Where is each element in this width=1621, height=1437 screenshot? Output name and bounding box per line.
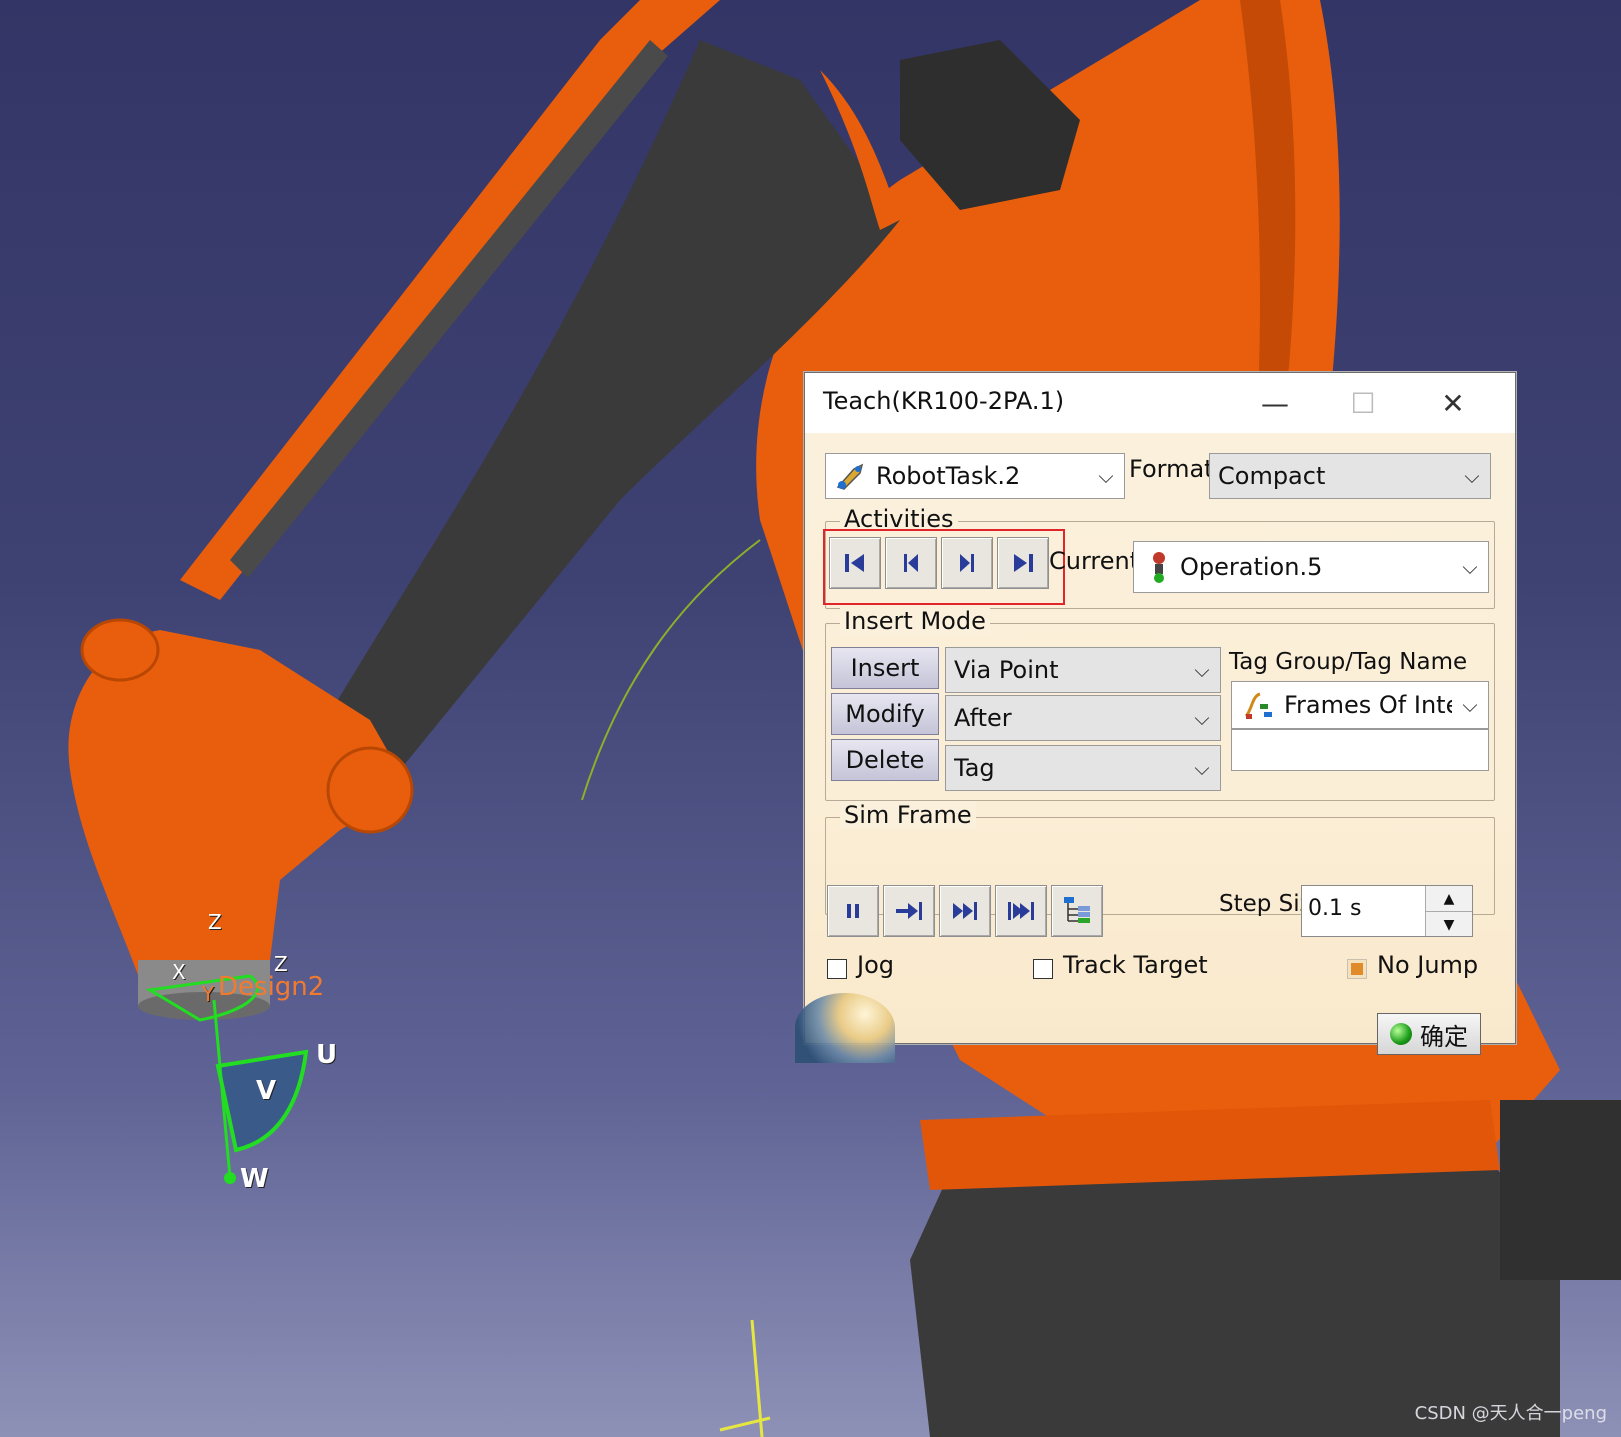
format-select[interactable]: Compact ⌵ [1209,453,1491,499]
track-target-checkbox[interactable] [1033,959,1053,979]
tag-group-value: Frames Of Inte [1284,691,1452,719]
ok-orb-icon [1390,1023,1412,1045]
trajectory-curve [581,539,761,801]
point-type-select[interactable]: Via Point ⌵ [945,647,1221,693]
sim-tree-button[interactable] [1051,885,1103,937]
task-select-value: RobotTask.2 [876,462,1021,490]
label-x: X [172,960,186,984]
no-jump-label: No Jump [1377,951,1479,979]
point-type-value: Via Point [954,656,1059,684]
task-select[interactable]: RobotTask.2 ⌵ [825,453,1125,499]
dialog-titlebar[interactable]: Teach(KR100-2PA.1) — ☐ ✕ [805,373,1515,433]
close-button[interactable]: ✕ [1413,373,1493,433]
jog-checkbox[interactable] [827,959,847,979]
fast-forward-icon [953,902,977,920]
watermark: CSDN @天人合一peng [1414,1403,1607,1424]
format-select-value: Compact [1218,462,1326,490]
ok-button[interactable]: 确定 [1377,1013,1481,1055]
robot-task-icon [834,461,868,491]
step-forward-button[interactable] [883,885,935,937]
robot-base-motor [1500,1100,1621,1280]
jump-to-end-icon [1008,902,1034,920]
tag-group-select[interactable]: Frames Of Inte ⌵ [1231,681,1489,729]
label-u: U [316,1040,338,1070]
fast-forward-button[interactable] [939,885,991,937]
tree-icon [1064,897,1090,923]
step-size-spinner[interactable]: 0.1 s ▲ ▼ [1301,885,1473,937]
label-y: Y [202,982,215,1006]
insert-button[interactable]: Insert [831,647,939,689]
current-activity-select[interactable]: Operation.5 ⌵ [1133,541,1489,593]
robot-base [910,1150,1560,1437]
label-w: W [240,1164,269,1194]
label-design: Design2 [218,972,325,1002]
spinner-arrows: ▲ ▼ [1425,886,1472,936]
operation-icon [1146,550,1172,584]
format-label: Format [1129,455,1214,483]
tag-group-label: Tag Group/Tag Name [1229,649,1468,675]
spin-up-icon[interactable]: ▲ [1426,886,1472,911]
chevron-down-icon: ⌵ [1098,464,1114,488]
ok-label: 确定 [1420,1022,1468,1051]
modify-button[interactable]: Modify [831,693,939,735]
delete-button[interactable]: Delete [831,739,939,781]
tag-select-value: Tag [954,754,995,782]
insert-position-select[interactable]: After ⌵ [945,695,1221,741]
robot-wrist-cap [80,618,160,682]
label-z1: Z [208,910,222,934]
teach-dialog: Teach(KR100-2PA.1) — ☐ ✕ RobotTask.2 ⌵ F… [795,372,1516,1063]
jog-label: Jog [857,951,894,979]
current-label: Current [1049,547,1140,575]
highlight-box [823,529,1065,605]
step-size-value: 0.1 s [1308,896,1362,921]
chevron-down-icon: ⌵ [1194,706,1210,730]
insert-position-value: After [954,704,1012,732]
track-target-label: Track Target [1063,951,1208,979]
chevron-down-icon: ⌵ [1462,693,1478,717]
chevron-down-icon: ⌵ [1462,555,1478,579]
chevron-down-icon: ⌵ [1194,658,1210,682]
dialog-body: RobotTask.2 ⌵ Format Compact ⌵ Activitie… [795,433,1515,1063]
globe-icon [795,993,895,1063]
tag-group-icon [1242,690,1276,720]
dialog-title: Teach(KR100-2PA.1) [823,387,1065,415]
label-v: V [256,1076,277,1106]
current-activity-value: Operation.5 [1180,553,1323,581]
maximize-button[interactable]: ☐ [1323,373,1403,433]
step-forward-icon [896,902,922,920]
jump-to-end-button[interactable] [995,885,1047,937]
minimize-button[interactable]: — [1235,373,1315,433]
chevron-down-icon: ⌵ [1464,464,1480,488]
spin-down-icon[interactable]: ▼ [1426,911,1472,937]
pause-button[interactable] [827,885,879,937]
sim-frame-title: Sim Frame [840,801,976,829]
label-z2: Z [274,952,288,976]
insert-mode-title: Insert Mode [840,607,990,635]
robot-wrist-joint [326,746,414,834]
tag-select[interactable]: Tag ⌵ [945,745,1221,791]
tag-frame-origin [224,1172,236,1184]
tag-name-field[interactable] [1231,729,1489,771]
no-jump-checkbox[interactable] [1347,959,1367,979]
pause-icon [847,904,859,918]
chevron-down-icon: ⌵ [1194,756,1210,780]
